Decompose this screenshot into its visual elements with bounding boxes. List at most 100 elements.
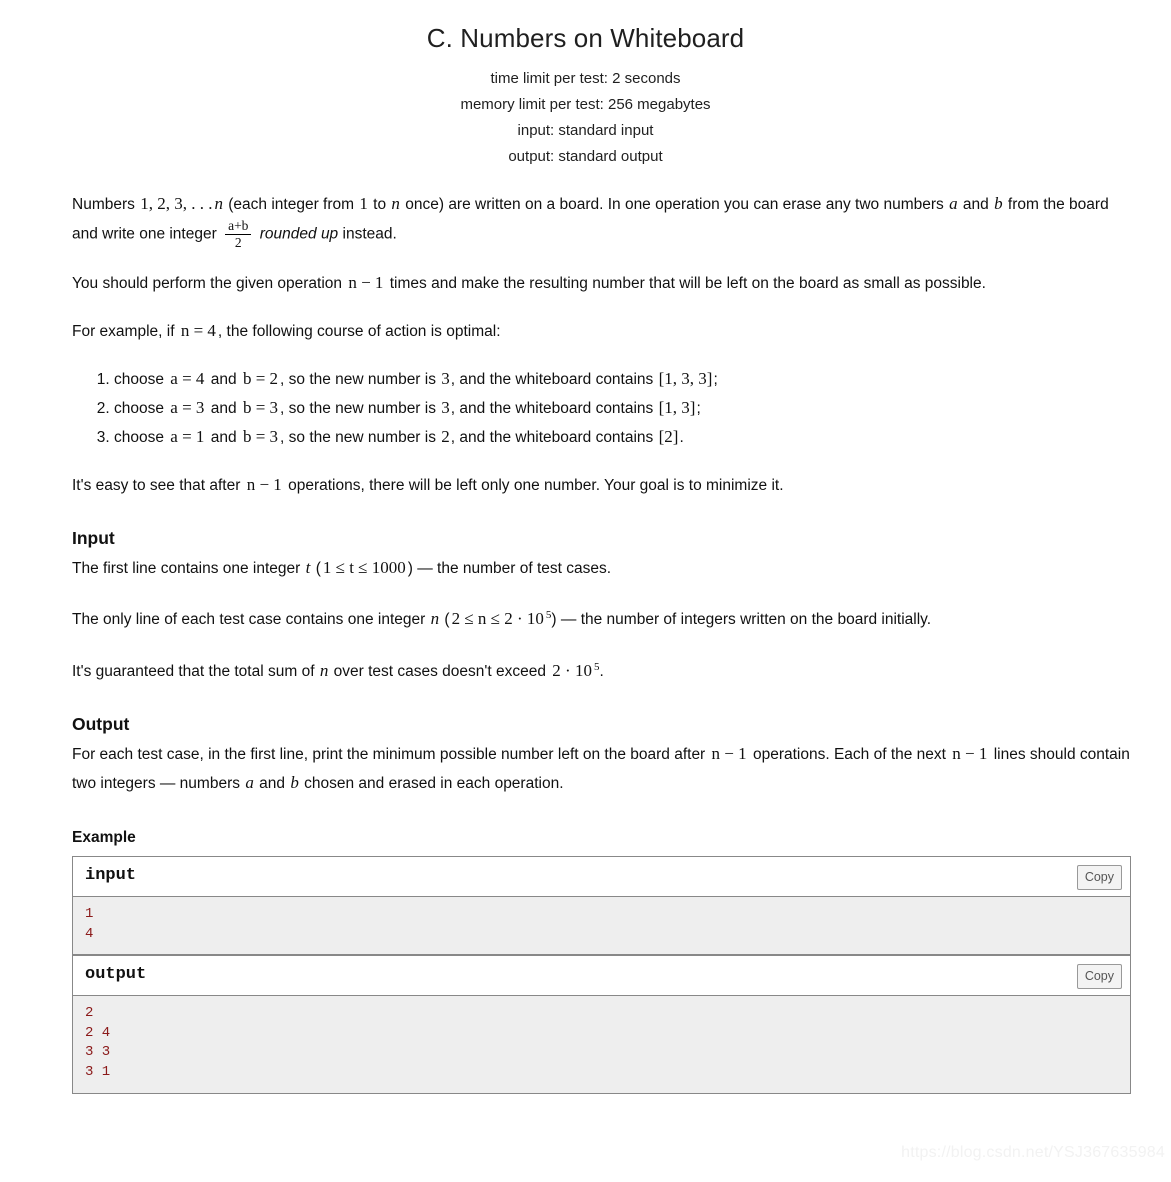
step-2-and: and [210,399,237,417]
input-l1-paren-close: ) [407,559,413,577]
page-title: C. Numbers on Whiteboard [426,23,745,53]
output-text-b: operations. Each of the next [752,746,946,764]
step-3-pre: choose [114,428,164,446]
p1-rounded-up: rounded up [259,225,339,243]
sample-output-title: output Copy [72,955,1131,996]
step-3-end: . [679,428,684,446]
output-text-d: chosen and erased in each operation. [304,775,564,793]
p1-var-a: a [949,193,958,213]
list-item: choose a = 3 and b = 3, so the new numbe… [114,394,1131,422]
step-2-result: 3 [441,397,450,417]
input-line-3: It's guaranteed that the total sum of n … [72,653,1131,686]
copy-output-button[interactable]: Copy [1076,964,1122,990]
input-line-1: The first line contains one integer t (1… [72,554,1131,583]
sample-tests: input Copy 1 4 output Copy 2 2 4 3 3 3 1 [72,856,1131,1095]
step-1-mid2: , and the whiteboard contains [450,370,654,388]
output-var-a: a [245,773,254,793]
step-3-board: [2] [658,426,679,446]
input-sum-var-n: n [319,661,329,681]
fraction-numerator: a+b [225,218,252,235]
sample-input-label: input [85,866,137,886]
input-l2-text-b: — the number of integers written on the … [560,611,932,628]
sample-output-label: output [85,965,147,985]
time-limit: time limit per test: 2 seconds [490,69,681,87]
p3-text-b: , the following course of action is opti… [217,322,501,340]
p1-text-f: instead. [342,225,397,243]
p1-text-a: Numbers [72,195,135,213]
sample-input-title: input Copy [72,856,1131,897]
step-1-board: [1, 3, 3] [658,368,713,388]
problem-content: Numbers 1, 2, 3, . . .n (each integer fr… [0,190,1171,1095]
input-l3-text-b: over test cases doesn't exceed [333,663,546,681]
statement-paragraph-4: It's easy to see that after n − 1 operat… [72,471,1131,500]
sample-input-data: 1 4 [72,896,1131,956]
p1-text-d: once) are written on a board. In one ope… [405,195,944,213]
p1-n-first: n [214,193,223,213]
input-l3-text-a: It's guaranteed that the total sum of [72,663,315,681]
p2-text-b: times and make the resulting number that… [389,274,986,292]
example-steps-list: choose a = 4 and b = 2, so the new numbe… [72,365,1131,451]
step-1-result: 3 [441,368,450,388]
watermark: https://blog.csdn.net/YSJ367635984 [901,1144,1165,1161]
output-var-b: b [290,773,299,793]
input-l3-end: . [599,663,604,681]
p4-text-a: It's easy to see that after [72,476,241,494]
input-var-t: t [305,557,311,577]
memory-limit: memory limit per test: 256 megabytes [460,95,711,113]
sample-output-data: 2 2 4 3 3 3 1 [72,995,1131,1095]
step-3-and: and [210,428,237,446]
output-line-1: For each test case, in the first line, p… [72,740,1131,798]
statement-paragraph-2: You should perform the given operation n… [72,269,1131,298]
step-3-result: 2 [441,426,450,446]
list-item: choose a = 1 and b = 3, so the new numbe… [114,423,1131,451]
input-line-2: The only line of each test case contains… [72,601,1131,634]
input-var-n: n [430,609,440,628]
statement-paragraph-1: Numbers 1, 2, 3, . . .n (each integer fr… [72,190,1131,250]
input-mode: input: standard input [517,121,654,139]
output-n-minus-1-first: n − 1 [711,744,747,764]
p4-n-minus-1: n − 1 [246,474,282,494]
p2-text-a: You should perform the given operation [72,274,343,292]
output-mode: output: standard output [508,147,663,165]
problem-page: C. Numbers on Whiteboard time limit per … [0,0,1171,1182]
p1-n-second: n [391,193,400,213]
p1-fraction: a+b 2 [225,218,252,250]
p1-text-b: (each integer from [228,195,355,213]
step-2-mid2: , and the whiteboard contains [450,399,654,417]
p1-sequence: 1, 2, 3, . . . [140,193,213,213]
list-item: choose a = 4 and b = 2, so the new numbe… [114,365,1131,393]
step-3-mid2: , and the whiteboard contains [450,428,654,446]
input-l1-text-b: — the number of test cases. [417,559,612,577]
p3-text-a: For example, if [72,322,175,340]
problem-header: C. Numbers on Whiteboard time limit per … [0,0,1171,170]
step-1-b: b = 2 [242,368,279,388]
p3-n-equals-4: n = 4 [180,320,216,340]
p1-and: and [962,195,989,213]
p4-text-b: operations, there will be left only one … [288,476,784,494]
input-section-heading: Input [72,527,115,548]
p1-var-b: b [994,193,1003,213]
input-n-range: 2 ≤ n ≤ 2 · 10 [451,609,544,628]
step-3-a: a = 1 [170,426,205,446]
step-1-mid: , so the new number is [280,370,436,388]
step-2-b: b = 3 [242,397,279,417]
input-l2-paren-open: ( [444,611,450,628]
output-section-heading: Output [72,714,130,735]
output-and: and [259,775,285,793]
step-1-and: and [210,370,237,388]
step-1-end: ; [713,370,718,388]
statement-paragraph-3: For example, if n = 4, the following cou… [72,317,1131,346]
step-1-pre: choose [114,370,164,388]
fraction-denominator: 2 [234,234,242,250]
step-1-a: a = 4 [170,368,205,388]
step-2-end: ; [696,399,701,417]
step-2-pre: choose [114,399,164,417]
input-l2-text-a: The only line of each test case contains… [72,611,426,628]
p1-one: 1 [359,193,368,213]
p2-n-minus-1: n − 1 [348,272,384,292]
p1-text-c: to [373,195,387,213]
step-3-mid: , so the new number is [280,428,436,446]
step-2-board: [1, 3] [658,397,696,417]
step-2-a: a = 3 [170,397,205,417]
copy-input-button[interactable]: Copy [1076,865,1122,891]
